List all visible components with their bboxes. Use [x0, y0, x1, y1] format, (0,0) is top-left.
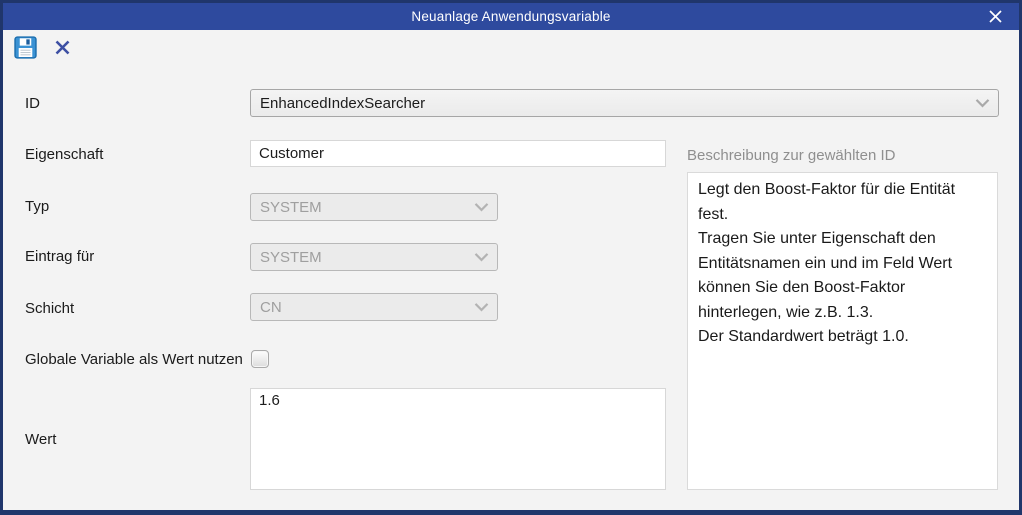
x-mark-icon	[54, 39, 71, 56]
schicht-dropdown-value: CN	[260, 299, 282, 316]
window-title: Neuanlage Anwendungsvariable	[411, 9, 610, 24]
label-schicht: Schicht	[25, 300, 74, 318]
chevron-down-icon	[474, 252, 489, 262]
eintrag-fuer-dropdown: SYSTEM	[250, 243, 498, 271]
globale-variable-checkbox[interactable]	[251, 350, 269, 368]
label-wert: Wert	[25, 431, 56, 449]
typ-dropdown-value: SYSTEM	[260, 199, 322, 216]
dialog-window: Neuanlage Anwendungsvariable	[0, 0, 1022, 515]
label-globale-variable: Globale Variable als Wert nutzen	[25, 351, 243, 369]
discard-button[interactable]	[49, 34, 75, 60]
label-eigenschaft: Eigenschaft	[25, 146, 103, 164]
eigenschaft-input[interactable]	[250, 140, 666, 167]
label-typ: Typ	[25, 198, 49, 216]
chevron-down-icon	[474, 302, 489, 312]
typ-dropdown: SYSTEM	[250, 193, 498, 221]
description-box: Legt den Boost-Faktor für die Entität fe…	[687, 172, 998, 490]
label-eintrag-fuer: Eintrag für	[25, 248, 94, 266]
window-close-button[interactable]	[981, 3, 1009, 30]
floppy-disk-icon	[14, 36, 37, 59]
chevron-down-icon	[474, 202, 489, 212]
id-dropdown-value: EnhancedIndexSearcher	[260, 95, 425, 112]
schicht-dropdown: CN	[250, 293, 498, 321]
label-id: ID	[25, 95, 40, 113]
chevron-down-icon	[975, 98, 990, 108]
description-label: Beschreibung zur gewählten ID	[687, 147, 895, 164]
dialog-body: ID EnhancedIndexSearcher Eigenschaft Typ…	[3, 30, 1019, 510]
titlebar: Neuanlage Anwendungsvariable	[3, 3, 1019, 30]
id-dropdown[interactable]: EnhancedIndexSearcher	[250, 89, 999, 117]
wert-textarea[interactable]	[250, 388, 666, 490]
save-button[interactable]	[12, 34, 38, 60]
close-icon	[988, 9, 1003, 24]
eintrag-fuer-dropdown-value: SYSTEM	[260, 249, 322, 266]
